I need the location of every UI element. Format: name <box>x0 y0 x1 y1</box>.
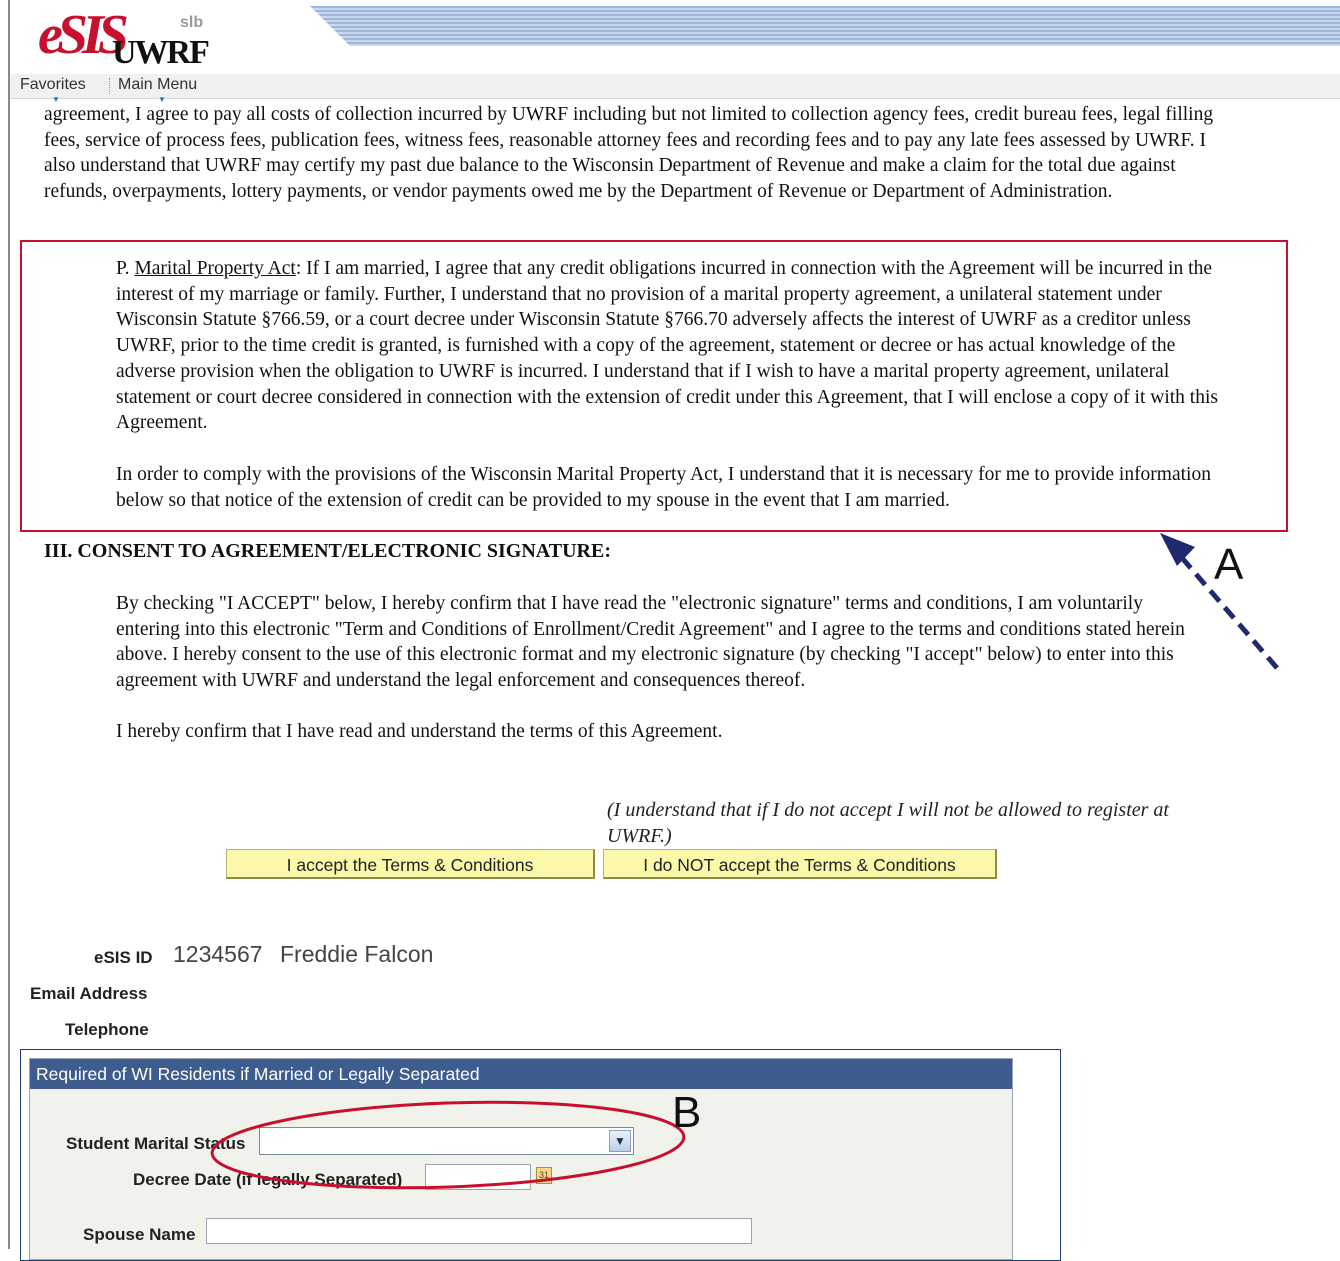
annotation-label-b: B <box>672 1088 702 1137</box>
annotation-ellipse-b <box>210 1100 686 1190</box>
annotation-overlay <box>210 533 1279 1190</box>
annotation-arrow-a-head <box>1160 533 1195 566</box>
annotation-label-a: A <box>1214 540 1244 589</box>
